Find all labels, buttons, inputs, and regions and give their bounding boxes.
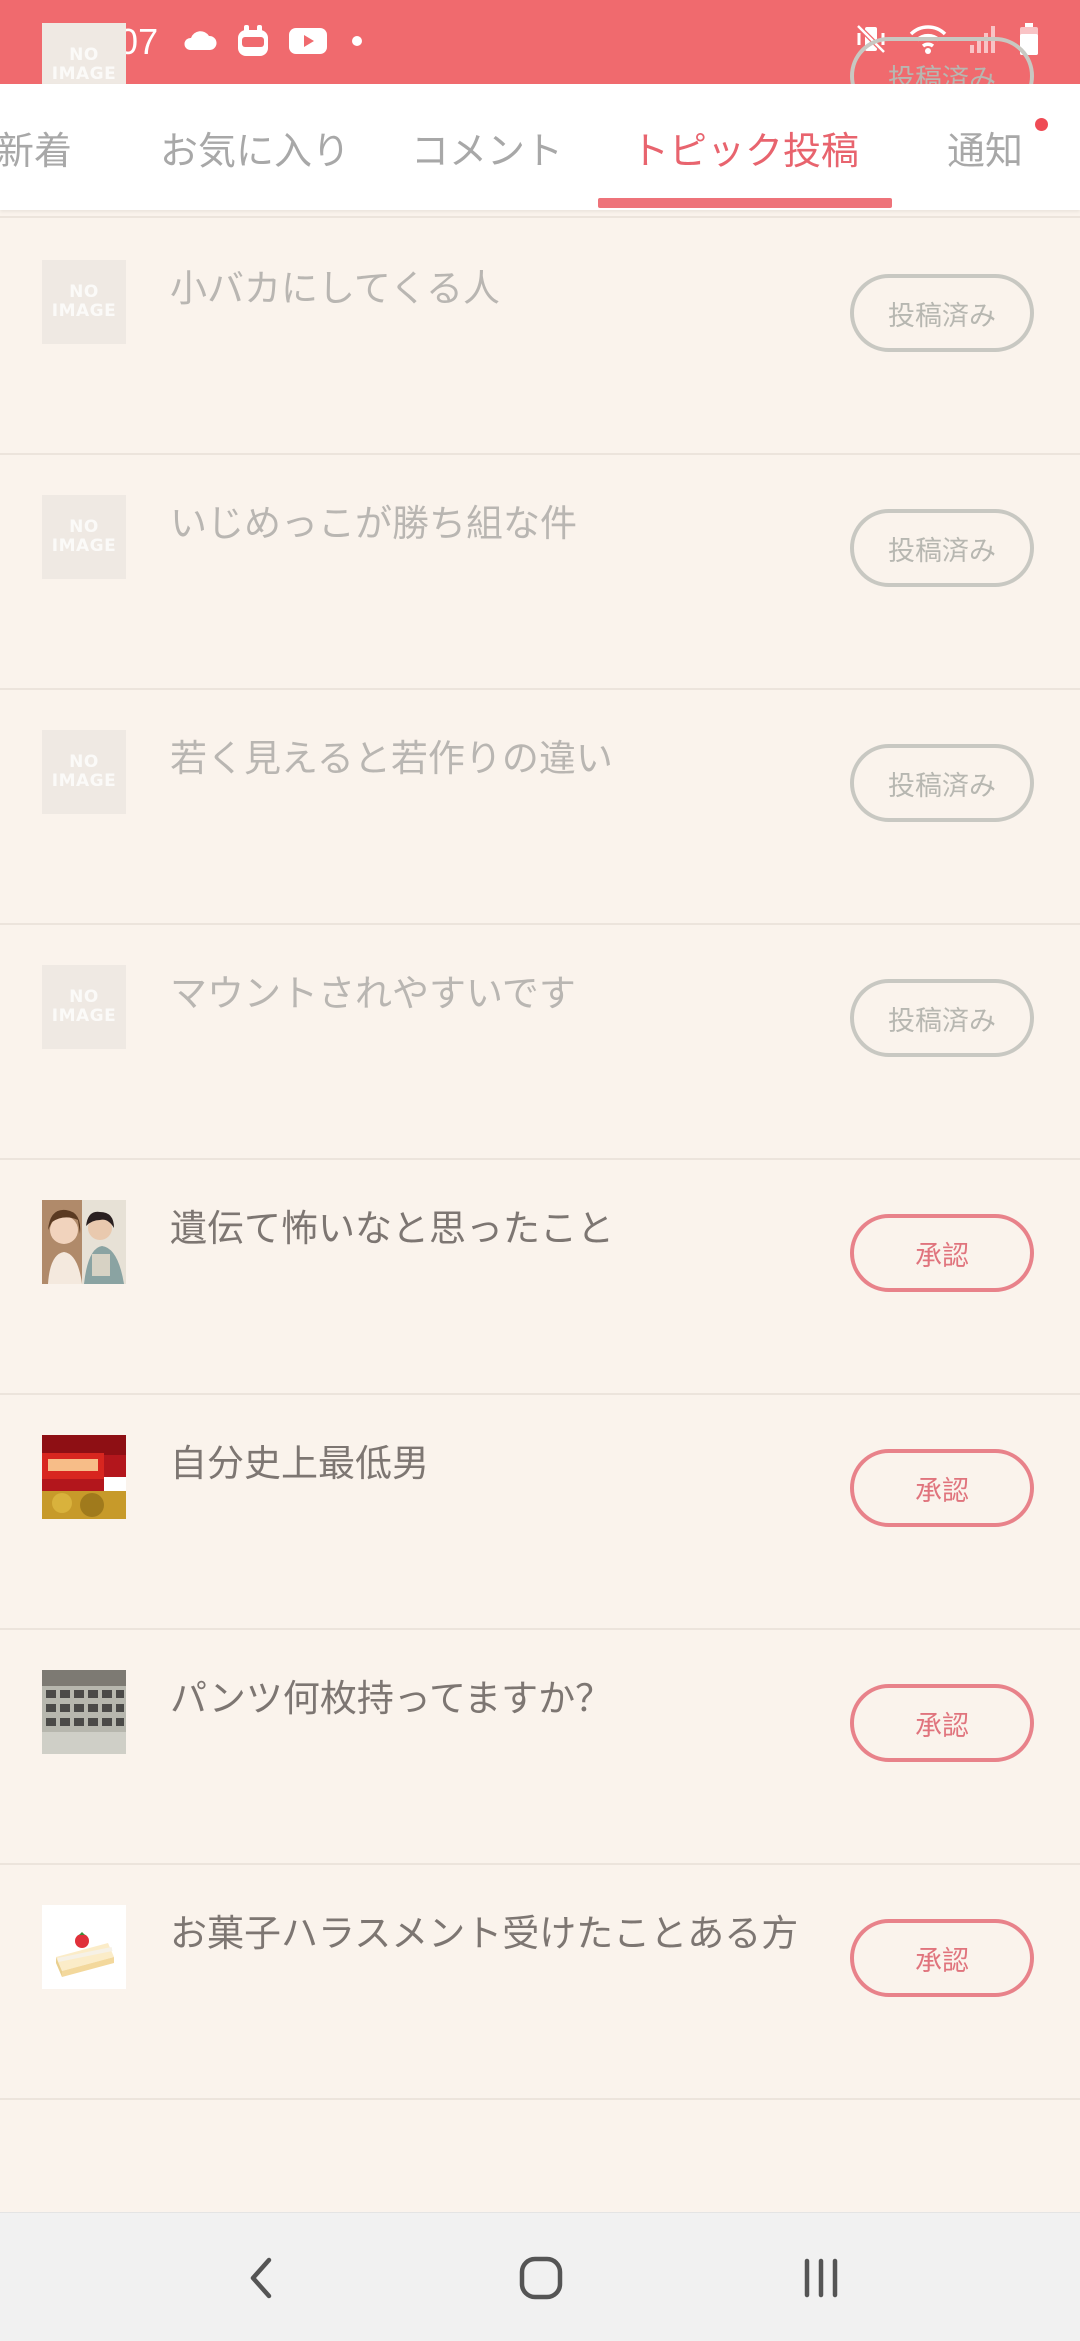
approve-button[interactable]: 承認 (850, 1449, 1034, 1527)
home-icon (519, 2256, 563, 2300)
grid-photo-thumbnail (42, 1670, 126, 1754)
no-image-thumbnail: NO IMAGE (42, 260, 126, 344)
tab-comments[interactable]: コメント (402, 84, 572, 210)
list-item[interactable]: パンツ何枚持ってますか？ 承認 (0, 1628, 1080, 1865)
no-image-text: NO (69, 45, 99, 65)
topic-title: マウントされやすいです (170, 972, 576, 1015)
posted-button[interactable]: 投稿済み (850, 979, 1034, 1057)
tab-favorites[interactable]: お気に入り (150, 84, 360, 210)
tab-new[interactable]: 新着 (0, 84, 76, 210)
topic-title: 自分史上最低男 (170, 1442, 429, 1485)
posted-button[interactable]: 投稿済み (850, 274, 1034, 352)
recents-button[interactable] (786, 2243, 856, 2313)
home-button[interactable] (506, 2243, 576, 2313)
list-item[interactable]: NO IMAGE 小バカにしてくる人 投稿済み (0, 218, 1080, 455)
tab-notifications[interactable]: 通知 (930, 84, 1040, 210)
approve-button[interactable]: 承認 (850, 1919, 1034, 1997)
no-image-thumbnail: NO IMAGE (42, 730, 126, 814)
no-image-text: IMAGE (51, 536, 117, 556)
topic-title: 遺伝て怖いなと思ったこと (170, 1207, 614, 1250)
posted-button[interactable]: 投稿済み (850, 744, 1034, 822)
people-photo-thumbnail (42, 1200, 126, 1284)
no-image-thumbnail: NO IMAGE (42, 965, 126, 1049)
list-item[interactable]: お菓子ハラスメント受けたことある方 承認 (0, 1863, 1080, 2100)
posted-button[interactable]: 投稿済み (850, 509, 1034, 587)
no-image-text: IMAGE (51, 771, 117, 791)
list-item[interactable]: 遺伝て怖いなと思ったこと 承認 (0, 1158, 1080, 1395)
red-banner-photo-thumbnail (42, 1435, 126, 1519)
notification-badge (1035, 118, 1048, 131)
back-button[interactable] (226, 2243, 296, 2313)
back-icon (250, 2257, 272, 2299)
approve-button[interactable]: 承認 (850, 1214, 1034, 1292)
recents-icon (804, 2258, 838, 2298)
topic-title: 若く見えると若作りの違い (170, 737, 613, 780)
tab-topic-posts[interactable]: トピック投稿 (598, 84, 892, 210)
no-image-text: NO (69, 752, 99, 772)
topic-title: 小バカにしてくる人 (170, 267, 501, 310)
active-tab-indicator (598, 198, 892, 208)
approve-button[interactable]: 承認 (850, 1684, 1034, 1762)
list-item[interactable]: NO IMAGE 若く見えると若作りの違い 投稿済み (0, 688, 1080, 925)
list-item[interactable]: 自分史上最低男 承認 (0, 1393, 1080, 1630)
no-image-text: NO (69, 282, 99, 302)
list-item[interactable]: NO IMAGE マウントされやすいです 投稿済み (0, 923, 1080, 1160)
cake-photo-thumbnail (42, 1905, 126, 1989)
no-image-thumbnail: NO IMAGE (42, 495, 126, 579)
no-image-text: IMAGE (51, 301, 117, 321)
no-image-text: NO (69, 517, 99, 537)
no-image-text: IMAGE (51, 1006, 117, 1026)
topic-title: パンツ何枚持ってますか？ (170, 1677, 613, 1720)
no-image-text: IMAGE (51, 64, 117, 84)
system-nav-bar (0, 2212, 1080, 2341)
list-item[interactable]: NO IMAGE いじめっこが勝ち組な件 投稿済み (0, 453, 1080, 690)
no-image-text: NO (69, 987, 99, 1007)
topic-title: お菓子ハラスメント受けたことある方 (170, 1912, 799, 1955)
topic-title: いじめっこが勝ち組な件 (170, 502, 577, 545)
tab-bar: 新着 お気に入り コメント トピック投稿 通知 (0, 84, 1080, 210)
